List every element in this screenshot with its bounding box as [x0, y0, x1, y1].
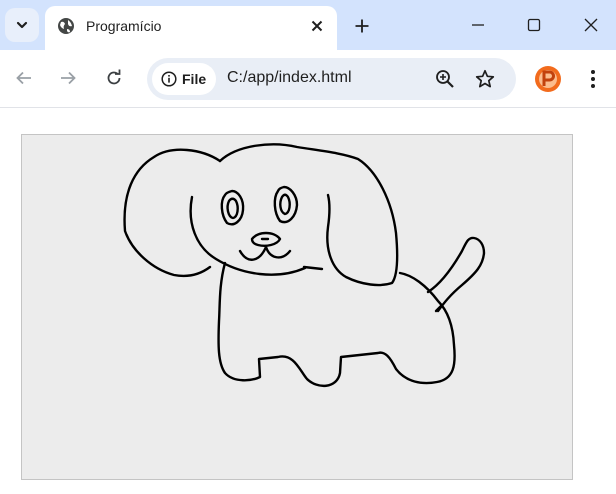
- tab-search-button[interactable]: [5, 8, 39, 42]
- globe-icon: [58, 18, 74, 34]
- forward-button[interactable]: [56, 66, 80, 90]
- bookmark-button[interactable]: [473, 67, 497, 91]
- reload-icon: [107, 69, 121, 85]
- arrow-left-icon: [16, 71, 31, 85]
- new-tab-button[interactable]: [350, 14, 374, 38]
- star-icon: [475, 69, 495, 88]
- url-text[interactable]: C:/app/index.html: [227, 69, 352, 87]
- reload-button[interactable]: [102, 66, 126, 90]
- dog-sketch-icon: [123, 143, 486, 387]
- active-tab[interactable]: Programício: [45, 6, 337, 50]
- drawing-canvas[interactable]: [21, 134, 573, 480]
- minimize-button[interactable]: [466, 12, 490, 38]
- browser-menu-button[interactable]: [583, 66, 603, 92]
- close-window-button[interactable]: [579, 12, 603, 38]
- kebab-menu-icon: [591, 70, 595, 88]
- back-button[interactable]: [12, 66, 36, 90]
- profile-avatar-icon[interactable]: [534, 65, 562, 93]
- browser-toolbar: File C:/app/index.html: [0, 50, 616, 108]
- plus-icon: [355, 19, 369, 33]
- close-icon: [311, 20, 323, 32]
- zoom-in-icon: [436, 70, 454, 88]
- info-icon: [161, 71, 177, 87]
- address-bar[interactable]: File C:/app/index.html: [147, 58, 516, 100]
- maximize-icon: [527, 18, 541, 32]
- chevron-down-icon: [16, 21, 28, 29]
- tab-title: Programício: [86, 18, 162, 34]
- minimize-icon: [472, 24, 484, 26]
- maximize-button[interactable]: [522, 12, 546, 38]
- site-info-chip[interactable]: File: [152, 63, 216, 95]
- zoom-button[interactable]: [433, 67, 457, 91]
- tab-close-button[interactable]: [307, 16, 327, 36]
- site-info-label: File: [182, 71, 207, 87]
- arrow-right-icon: [61, 71, 76, 85]
- close-icon: [584, 18, 598, 32]
- title-bar: Programício: [0, 0, 616, 50]
